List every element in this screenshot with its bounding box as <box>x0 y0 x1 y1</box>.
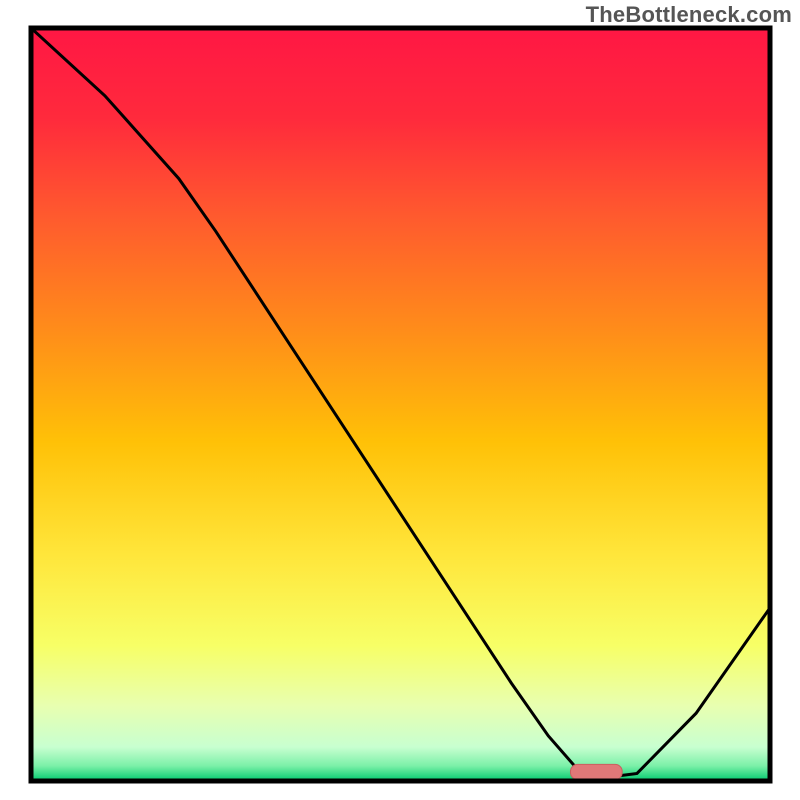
optimal-marker <box>570 764 622 779</box>
chart-frame: TheBottleneck.com <box>0 0 800 800</box>
gradient-background <box>31 28 770 781</box>
watermark-text: TheBottleneck.com <box>586 2 792 28</box>
bottleneck-chart <box>0 0 800 800</box>
